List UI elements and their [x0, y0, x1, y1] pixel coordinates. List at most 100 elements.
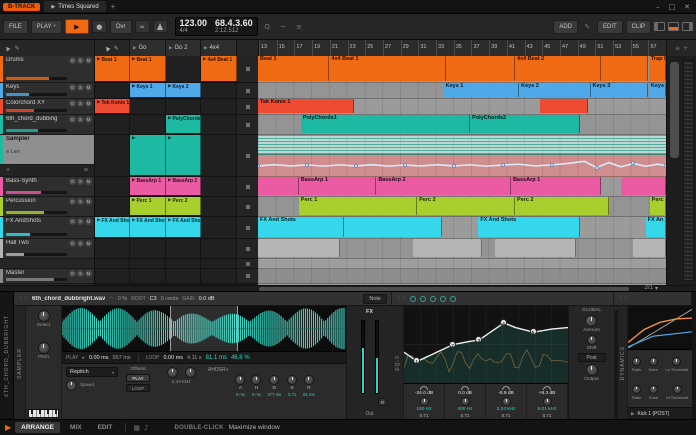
clip-play-icon[interactable]: ▶	[168, 116, 171, 121]
track-m-button[interactable]: M	[85, 240, 92, 247]
arranger-lane[interactable]: PolyChords1PolyChords2	[258, 115, 666, 135]
eq-curve-display[interactable]: 12345	[404, 306, 568, 384]
empty-clip-slot[interactable]	[166, 239, 201, 258]
empty-clip-slot[interactable]	[166, 269, 201, 283]
view-tab-edit[interactable]: EDIT	[92, 422, 119, 433]
loop-toggle-icon[interactable]: ∞	[135, 20, 150, 33]
track-m-button[interactable]: M	[85, 116, 92, 123]
eq-band-3[interactable]: -8.9 dB3.24 kHz0.71	[486, 384, 527, 420]
env-r-knob[interactable]	[304, 375, 314, 385]
ruler-tick[interactable]: 47	[560, 40, 578, 56]
eq-node-1[interactable]: 1	[413, 357, 420, 364]
launcher-clip-perc-2[interactable]: ▶Perc 2	[166, 197, 201, 215]
empty-clip-slot[interactable]	[95, 115, 130, 134]
eq-rail-label[interactable]: EQ-5	[395, 355, 401, 371]
dyn-hi-threshold-knob[interactable]	[673, 385, 682, 394]
vertical-scrollbar[interactable]	[670, 62, 679, 158]
pencil-tool2-icon[interactable]: ✎	[114, 45, 119, 52]
ruler-tick[interactable]: 25	[365, 40, 383, 56]
band-freq-knob[interactable]	[543, 397, 552, 406]
arranger-clip-polychords2[interactable]: PolyChords2	[470, 115, 580, 133]
clip-play-icon[interactable]: ▶	[168, 218, 171, 223]
ruler-tick[interactable]: 33	[436, 40, 454, 56]
routing-button[interactable]: R	[378, 398, 387, 406]
cursor-icon[interactable]: ▲	[103, 44, 111, 52]
filter-cutoff-value[interactable]: 2.44 kHz	[172, 380, 191, 385]
env-knob-value[interactable]: 81 ms	[303, 392, 314, 397]
ruler-tick[interactable]: 41	[507, 40, 525, 56]
play-length-value[interactable]: 957 ms	[113, 355, 131, 361]
track-s-button[interactable]: S	[77, 84, 84, 91]
magnet-icon[interactable]: ≡	[675, 45, 680, 52]
track-header-6th-chord-dubbing[interactable]: 6th_chord_dubbingOSM	[0, 115, 94, 135]
automation-point[interactable]	[403, 163, 407, 167]
eq-post-toggle[interactable]: Post	[578, 353, 606, 362]
empty-clip-slot[interactable]	[130, 259, 166, 268]
loop-fade-value[interactable]: 81.1 ms	[206, 355, 227, 361]
arranger-clip[interactable]	[495, 239, 577, 257]
stop-clip-button[interactable]	[237, 115, 258, 134]
project-tab[interactable]: ▶ Times Squared	[44, 1, 105, 12]
edit-menu-button[interactable]: EDIT	[597, 20, 623, 34]
dynamics-curve-display[interactable]	[628, 306, 692, 350]
scene-header-go-2[interactable]: ▶Go 2	[166, 40, 201, 56]
arranger-clip[interactable]	[633, 239, 666, 257]
clip-play-icon[interactable]: ▶	[168, 178, 171, 183]
ruler-tick[interactable]: 19	[312, 40, 330, 56]
keyboard-strip[interactable]	[28, 409, 59, 418]
launcher-clip-bassarp-2[interactable]: ▶BassArp 2	[166, 177, 201, 195]
stop-clip-button[interactable]	[237, 217, 258, 238]
overdub-toggle[interactable]: Ovr	[110, 20, 132, 34]
zoom-plus-icon[interactable]: +	[683, 45, 688, 52]
arranger-clip-bassarp-1[interactable]: BassArp 1	[299, 177, 377, 195]
loop-length-value[interactable]: 4.11 s	[187, 355, 202, 361]
scene-play-icon[interactable]: ▶	[133, 46, 136, 51]
track-header-colorchord-xy[interactable]: Colorchord XYOSM	[0, 99, 94, 115]
track-header-percussion[interactable]: PercussionOSM	[0, 197, 94, 217]
ruler-tick[interactable]: 55	[631, 40, 649, 56]
menu-icon[interactable]: ≡	[84, 167, 88, 174]
eq-band-4[interactable]: +8.3 dB9.01 kHz0.71	[527, 384, 568, 420]
band-freq-knob[interactable]	[461, 397, 470, 406]
track-o-button[interactable]: O	[69, 116, 76, 123]
automation-point[interactable]	[550, 163, 554, 167]
root-note-value[interactable]: C3	[150, 296, 157, 302]
add-track-button[interactable]: ADD	[553, 20, 578, 34]
band-freq-value[interactable]: 400 Hz	[457, 407, 472, 412]
track-m-button[interactable]: M	[85, 270, 92, 277]
pointer-tool-icon[interactable]: ▲	[3, 44, 11, 52]
select-knob[interactable]	[38, 310, 50, 322]
bottom-panel-toggle-icon[interactable]	[668, 22, 679, 31]
launcher-clip-keys-1[interactable]: ▶Keys 1	[130, 83, 166, 97]
loop-crossfade-value[interactable]: 46.8 %	[231, 355, 250, 361]
play-start-value[interactable]: 0.00 ms	[89, 355, 109, 361]
eq-band5-power[interactable]	[450, 296, 456, 302]
band-q-value[interactable]: 0.71	[502, 413, 511, 418]
launcher-clip-fx-and-shot[interactable]: ▶FX And Shot	[130, 217, 166, 237]
plus-icon[interactable]: +	[6, 167, 10, 174]
arranger-clip[interactable]	[621, 177, 666, 195]
playback-mode-select[interactable]: Repitch ▾	[66, 367, 118, 377]
loop-region-handle[interactable]	[170, 306, 238, 351]
view-tab-mix[interactable]: MIX	[64, 422, 88, 433]
launcher-clip-perc-1[interactable]: ▶Perc 1	[130, 197, 166, 215]
band-q-value[interactable]: 0.71	[543, 413, 552, 418]
band-freq-knob[interactable]	[420, 397, 429, 406]
launcher-clip[interactable]: ▶	[130, 135, 166, 175]
envelope-title[interactable]: AHDSR+	[208, 367, 228, 373]
arranger-clip-perc-2[interactable]: Perc 2	[515, 197, 609, 215]
arranger-clip[interactable]	[446, 56, 515, 81]
arranger-clip[interactable]	[258, 177, 299, 195]
band-freq-knob[interactable]	[502, 397, 511, 406]
track-m-button[interactable]: M	[85, 178, 92, 185]
track-header-master[interactable]: MasterOSM	[0, 269, 94, 284]
root-cents-value[interactable]: 0 cents	[161, 296, 179, 302]
minimize-button[interactable]: –	[656, 3, 660, 11]
track-header-hall-two[interactable]: Hall TwoOSM	[0, 239, 94, 259]
track-m-button[interactable]: M	[85, 57, 92, 64]
layer-header-sampler[interactable]: Sampler≡ Len	[0, 135, 94, 165]
ruler-tick[interactable]: 35	[454, 40, 472, 56]
clip-play-icon[interactable]: ▶	[132, 178, 135, 183]
ruler-tick[interactable]: 31	[418, 40, 436, 56]
eq-amount-knob[interactable]	[585, 315, 597, 327]
